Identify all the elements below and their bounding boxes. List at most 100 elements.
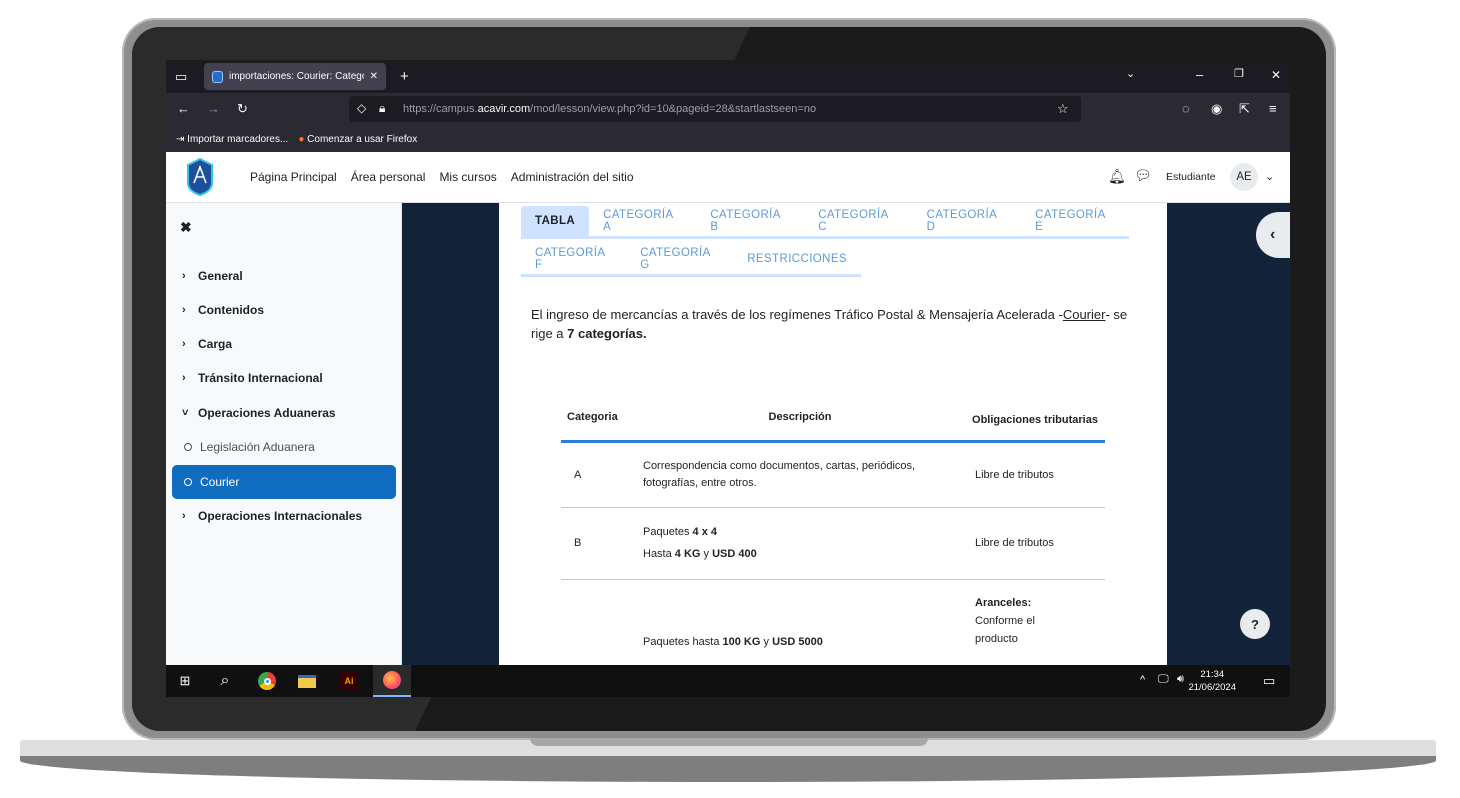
drawer-item-courier[interactable]: Courier xyxy=(172,465,396,499)
table-row: Paquetes hasta 100 KG y USD 5000 Arancel… xyxy=(561,579,1105,665)
chevron-down-icon: ˅ xyxy=(182,407,189,419)
tab-categoria-b[interactable]: CATEGORÍA B xyxy=(696,206,804,236)
restore-icon[interactable]: ❐ xyxy=(1234,69,1244,80)
site-logo-icon[interactable] xyxy=(186,157,214,197)
notification-bell-icon[interactable]: 🔔︎ xyxy=(1108,168,1126,185)
pocket-icon[interactable]: ◌ xyxy=(1182,102,1190,115)
url-prefix: https://campus. xyxy=(403,103,478,115)
windows-start-icon[interactable]: ⊞ xyxy=(174,671,196,691)
illustrator-icon[interactable]: Ai xyxy=(338,671,360,691)
header-categoria: Categoria xyxy=(561,395,635,443)
chrome-icon[interactable] xyxy=(256,671,278,691)
drawer-item-operaciones-internacionales[interactable]: › Operaciones Internacionales xyxy=(172,500,396,532)
file-explorer-icon[interactable] xyxy=(296,671,318,691)
desc-bold: 4 x 4 xyxy=(692,526,718,538)
moodle-navbar: Página Principal Área personal Mis curso… xyxy=(166,152,1290,203)
categories-table: Categoria Descripción Obligaciones tribu… xyxy=(561,395,1105,665)
tab-categoria-c[interactable]: CATEGORÍA C xyxy=(804,206,912,236)
laptop-base-shadow xyxy=(20,756,1436,782)
menu-icon[interactable]: ≡ xyxy=(1269,102,1277,115)
tab-categoria-e[interactable]: CATEGORÍA E xyxy=(1021,206,1129,236)
drawer-item-general[interactable]: › General xyxy=(172,260,396,292)
user-role: Estudiante xyxy=(1166,171,1216,183)
forward-icon[interactable]: → xyxy=(207,102,220,115)
browser-tab-active[interactable]: importaciones: Courier: Catego ✕ xyxy=(204,63,386,90)
firefox-taskbar-icon[interactable] xyxy=(373,665,411,697)
moodle-favicon-icon xyxy=(212,70,223,83)
list-tabs-icon[interactable]: ⌄ xyxy=(1126,69,1135,80)
table-row: B Paquetes 4 x 4 Hasta 4 KG y USD 400 Li… xyxy=(561,507,1105,580)
close-window-icon[interactable]: ✕ xyxy=(1271,69,1281,81)
tab-categoria-f[interactable]: CATEGORÍA F xyxy=(521,244,626,274)
tab-tabla[interactable]: TABLA xyxy=(521,206,590,236)
nav-home[interactable]: Página Principal xyxy=(250,170,337,184)
avatar[interactable]: AE xyxy=(1230,163,1258,191)
extensions-icon[interactable]: ⇱ xyxy=(1239,102,1250,115)
primary-navigation: Página Principal Área personal Mis curso… xyxy=(250,170,634,184)
drawer-item-legislacion[interactable]: Legislación Aduanera xyxy=(172,431,396,463)
back-icon[interactable]: ← xyxy=(177,102,190,115)
firefox-icon: ● xyxy=(298,133,308,145)
tab-close-icon[interactable]: ✕ xyxy=(370,71,378,82)
bookmark-star-icon[interactable]: ☆ xyxy=(1057,102,1069,115)
lesson-tabs-row1: TABLA CATEGORÍA A CATEGORÍA B CATEGORÍA … xyxy=(521,206,1129,239)
tab-categoria-d[interactable]: CATEGORÍA D xyxy=(913,206,1021,236)
chevron-right-icon: › xyxy=(182,510,186,522)
messages-icon[interactable]: 💬︎ xyxy=(1134,167,1152,184)
desc-bold: 4 KG xyxy=(674,548,701,560)
cell-obligations: Aranceles: Conforme el producto xyxy=(965,579,1105,665)
drawer-item-label: Operaciones Internacionales xyxy=(198,509,363,523)
nav-my-courses[interactable]: Mis cursos xyxy=(439,170,496,184)
lock-icon[interactable]: 🔒︎ xyxy=(379,102,385,114)
bookmark-import[interactable]: ⇥ Importar marcadores... xyxy=(176,134,288,145)
obligations-text: Conforme el producto xyxy=(975,614,1035,645)
browser-tabbar: ▭ importaciones: Courier: Catego ✕ + ⌄ –… xyxy=(166,60,1290,93)
tab-title: importaciones: Courier: Catego xyxy=(229,71,364,82)
drawer-item-operaciones-aduaneras[interactable]: ˅ Operaciones Aduaneras xyxy=(172,397,396,429)
drawer-item-label: Legislación Aduanera xyxy=(200,440,315,454)
background-pattern-left xyxy=(402,203,499,665)
lesson-tabs-row2: CATEGORÍA F CATEGORÍA G RESTRICCIONES xyxy=(521,244,861,277)
url-bar[interactable]: ◇ 🔒︎ https://campus. acavir.com/mod/lesso… xyxy=(349,96,1081,122)
new-tab-icon[interactable]: + xyxy=(400,69,409,84)
volume-icon[interactable]: 🔊︎ xyxy=(1177,673,1184,686)
web-page: Página Principal Área personal Mis curso… xyxy=(166,152,1290,665)
drawer-item-label: Courier xyxy=(200,475,240,489)
tray-chevron-icon[interactable]: ^ xyxy=(1140,674,1145,686)
bookmark-label: Importar marcadores... xyxy=(187,133,289,145)
drawer-item-label: Tránsito Internacional xyxy=(198,371,323,385)
background-pattern-right xyxy=(1167,203,1290,665)
desc-bold: 100 KG xyxy=(722,635,761,648)
cell-obligations: Libre de tributos xyxy=(965,441,1105,508)
desc-text: y xyxy=(700,548,713,560)
drawer-item-carga[interactable]: › Carga xyxy=(172,328,396,360)
network-icon[interactable]: 🖵︎ xyxy=(1158,673,1169,686)
tab-overview-icon[interactable]: ▭ xyxy=(175,70,187,83)
drawer-item-contenidos[interactable]: › Contenidos xyxy=(172,294,396,326)
tab-categoria-g[interactable]: CATEGORÍA G xyxy=(626,244,733,274)
bookmark-firefox[interactable]: ● Comenzar a usar Firefox xyxy=(298,134,417,145)
tab-categoria-a[interactable]: CATEGORÍA A xyxy=(589,206,696,236)
chevron-right-icon: › xyxy=(182,338,186,350)
url-domain: acavir.com xyxy=(477,103,531,115)
chevron-right-icon: › xyxy=(182,304,186,316)
desc-text: Paquetes xyxy=(643,526,693,538)
nav-dashboard[interactable]: Área personal xyxy=(351,170,426,184)
windows-taskbar: ⊞ ⌕ Ai ^ 🖵︎ 🔊︎ 21:34 21/06/2024 ▭ xyxy=(166,665,1290,697)
drawer-item-transito[interactable]: › Tránsito Internacional xyxy=(172,362,396,394)
account-icon[interactable]: ◉ xyxy=(1211,102,1222,115)
notifications-center-icon[interactable]: ▭ xyxy=(1263,673,1275,689)
tab-restricciones[interactable]: RESTRICCIONES xyxy=(733,244,861,274)
reload-icon[interactable]: ↻ xyxy=(237,102,248,115)
close-drawer-icon[interactable]: ✖ xyxy=(180,219,192,236)
courier-link[interactable]: Courier xyxy=(1063,307,1106,322)
user-menu-chevron-icon[interactable]: ⌄ xyxy=(1265,170,1274,183)
drawer-item-label: Carga xyxy=(198,337,233,351)
help-button[interactable]: ? xyxy=(1240,609,1270,639)
tracking-shield-icon[interactable]: ◇ xyxy=(357,102,366,114)
clock[interactable]: 21:34 21/06/2024 xyxy=(1188,668,1236,694)
search-icon[interactable]: ⌕ xyxy=(214,671,236,691)
nav-site-admin[interactable]: Administración del sitio xyxy=(511,170,634,184)
intro-text: El ingreso de mercancías a través de los… xyxy=(531,307,1063,322)
minimize-icon[interactable]: – xyxy=(1196,68,1203,81)
